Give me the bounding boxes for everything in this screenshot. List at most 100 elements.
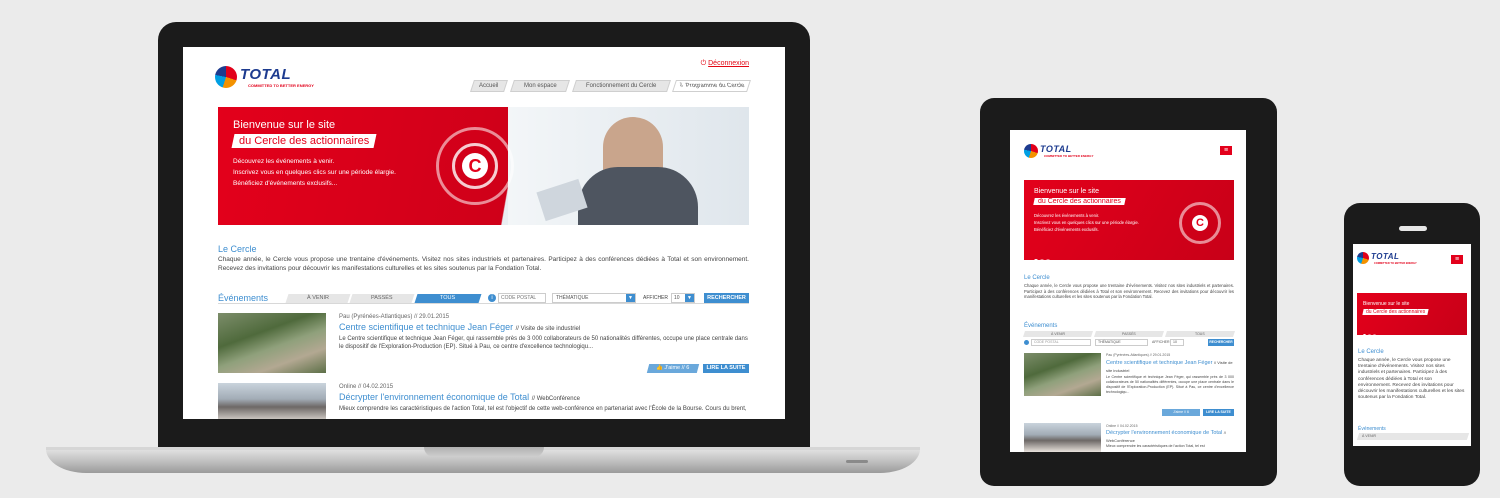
carousel-dot[interactable] <box>1363 334 1366 337</box>
search-button[interactable]: RECHERCHER <box>1208 339 1234 346</box>
tab-label: PASSÉS <box>371 295 393 301</box>
event-title[interactable]: Centre scientifique et technique Jean Fé… <box>339 322 513 332</box>
hero-text-line2: Inscrivez vous en quelques clics sur une… <box>1034 220 1139 225</box>
hero-title-line2-text: du Cercle des actionnaires <box>1038 198 1121 205</box>
cercle-c-icon: C <box>1192 215 1208 231</box>
tab-a-venir[interactable]: À VENIR <box>285 294 351 303</box>
event-type: // WebConférence <box>531 396 580 402</box>
event-title-row: Centre scientifique et technique Jean Fé… <box>1106 359 1234 375</box>
info-icon[interactable]: i <box>488 294 496 302</box>
event-description: Le Centre scientifique et technique Jean… <box>339 336 748 351</box>
theme-select[interactable]: THÉMATIQUE <box>1095 339 1148 346</box>
menu-icon[interactable]: ≡ <box>1451 255 1463 264</box>
hero-photo <box>508 107 749 225</box>
hero-title-line2-text: du Cercle des actionnaires <box>239 135 370 147</box>
intro-heading: Le Cercle <box>218 244 257 254</box>
nav-fonctionnement[interactable]: Fonctionnement du Cercle <box>572 80 671 92</box>
events-heading: Événements <box>1358 426 1386 432</box>
event-title[interactable]: Décrypter l'environnement économique de … <box>339 392 529 402</box>
show-label: AFFICHER <box>1152 340 1170 344</box>
program-label-wrap: ⇩ Programme du Cercle <box>678 81 745 91</box>
tab-a-venir[interactable]: À VENIR <box>1356 433 1470 440</box>
nav-label: Mon espace <box>523 83 557 89</box>
show-count-value: 10 <box>674 295 680 301</box>
show-label: AFFICHER <box>643 295 668 301</box>
intro-heading: Le Cercle <box>1358 349 1384 355</box>
carousel-dot[interactable] <box>1368 334 1371 337</box>
tab-passes[interactable]: PASSÉS <box>1094 331 1164 337</box>
logout-link[interactable]: ⏻ Déconnexion <box>701 60 749 68</box>
event-title-row: Centre scientifique et technique Jean Fé… <box>339 322 580 332</box>
logo-emblem-icon <box>215 66 237 88</box>
laptop-indicator <box>846 460 868 463</box>
man-suit <box>578 167 698 225</box>
event-title[interactable]: Décrypter l'environnement économique de … <box>1106 430 1222 436</box>
tab-label: PASSÉS <box>1122 332 1136 336</box>
logo-tagline: COMMITTED TO BETTER ENERGY <box>1044 154 1094 158</box>
logo-emblem-icon <box>1357 252 1369 264</box>
event-thumbnail[interactable] <box>218 313 326 373</box>
nav-accueil[interactable]: Accueil <box>470 80 508 92</box>
events-heading: Événements <box>1024 323 1058 329</box>
hero-title-line1: Bienvenue sur le site <box>233 119 336 131</box>
event-description: Mieux comprendre les caractéristiques de… <box>339 406 747 412</box>
tab-a-venir[interactable]: À VENIR <box>1023 331 1093 337</box>
carousel-dot[interactable] <box>1040 259 1044 263</box>
like-button[interactable]: 👍 J'aime // 6 <box>646 364 700 373</box>
menu-icon[interactable]: ≡ <box>1220 146 1232 155</box>
tab-label: TOUS <box>1195 332 1205 336</box>
cercle-c-icon: C <box>462 153 488 179</box>
show-count-select[interactable]: 10 <box>1170 339 1184 346</box>
tab-tous[interactable]: TOUS <box>1165 331 1235 337</box>
hero-text-line1: Découvrez les événements à venir. <box>1034 213 1100 218</box>
chevron-down-icon: ▼ <box>626 294 635 302</box>
phone-screen: TOTAL COMMITTED TO BETTER ENERGY ≡ Bienv… <box>1353 244 1471 446</box>
logo-wordmark: TOTAL <box>1040 144 1072 154</box>
nav-label: Accueil <box>479 83 499 89</box>
nav-programme[interactable]: ⇩ Programme du Cercle <box>672 80 751 92</box>
postal-code-input[interactable]: CODE POSTAL <box>1031 339 1091 346</box>
chevron-down-icon: ▼ <box>685 294 694 302</box>
carousel-dot[interactable] <box>1046 259 1050 263</box>
tab-label: À VENIR <box>306 295 329 301</box>
read-more-button[interactable]: LIRE LA SUITE <box>1203 409 1234 416</box>
show-count-select[interactable]: 10 ▼ <box>671 293 695 303</box>
event-meta: Online // 04.02.2015 <box>339 384 394 390</box>
like-button[interactable]: J'aime // 6 <box>1162 409 1200 416</box>
read-more-button[interactable]: LIRE LA SUITE <box>703 364 749 373</box>
nav-label: Fonctionnement du Cercle <box>586 83 657 89</box>
carousel-dots[interactable] <box>1034 250 1052 268</box>
carousel-dots[interactable] <box>1363 324 1378 342</box>
logo-wordmark: TOTAL <box>240 66 292 83</box>
phone-speaker <box>1399 226 1427 231</box>
info-icon[interactable] <box>1024 340 1029 345</box>
hero-text-line2: Inscrivez vous en quelques clics sur une… <box>233 169 396 176</box>
logo-tagline: COMMITTED TO BETTER ENERGY <box>1374 262 1417 265</box>
event-type: // Visite de site industriel <box>515 326 581 332</box>
carousel-dot[interactable] <box>1373 334 1376 337</box>
hero-title-line1: Bienvenue sur le site <box>1363 301 1410 307</box>
event-thumbnail[interactable] <box>1024 353 1101 396</box>
logo-emblem-icon <box>1024 144 1038 158</box>
tab-label: À VENIR <box>1050 332 1065 336</box>
postal-code-input[interactable] <box>498 293 546 303</box>
event-thumbnail[interactable] <box>1024 423 1101 452</box>
tab-passes[interactable]: PASSÉS <box>349 294 415 303</box>
search-button[interactable]: RECHERCHER <box>704 293 749 303</box>
tab-label: TOUS <box>440 295 456 301</box>
event-description: Le Centre scientifique et technique Jean… <box>1106 375 1234 394</box>
postal-placeholder: CODE POSTAL <box>1034 340 1059 344</box>
hero-banner: Bienvenue sur le site du Cercle des acti… <box>1357 293 1467 337</box>
theme-select-value: THÉMATIQUE <box>1098 340 1121 344</box>
hero-text-line3: Bénéficiez d'événements exclusifs. <box>1034 227 1099 232</box>
event-thumbnail[interactable] <box>218 383 326 419</box>
hero-text-line1: Découvrez les événements à venir. <box>233 158 335 165</box>
event-title[interactable]: Centre scientifique et technique Jean Fé… <box>1106 360 1212 366</box>
tab-tous[interactable]: TOUS <box>414 294 482 303</box>
theme-select-value: THÉMATIQUE <box>556 295 589 301</box>
carousel-dot[interactable] <box>1034 259 1038 263</box>
logo-tagline: COMMITTED TO BETTER ENERGY <box>248 83 314 88</box>
nav-mon-espace[interactable]: Mon espace <box>510 80 570 92</box>
theme-select[interactable]: THÉMATIQUE ▼ <box>552 293 636 303</box>
intro-body: Chaque année, le Cercle vous propose une… <box>1358 358 1465 401</box>
